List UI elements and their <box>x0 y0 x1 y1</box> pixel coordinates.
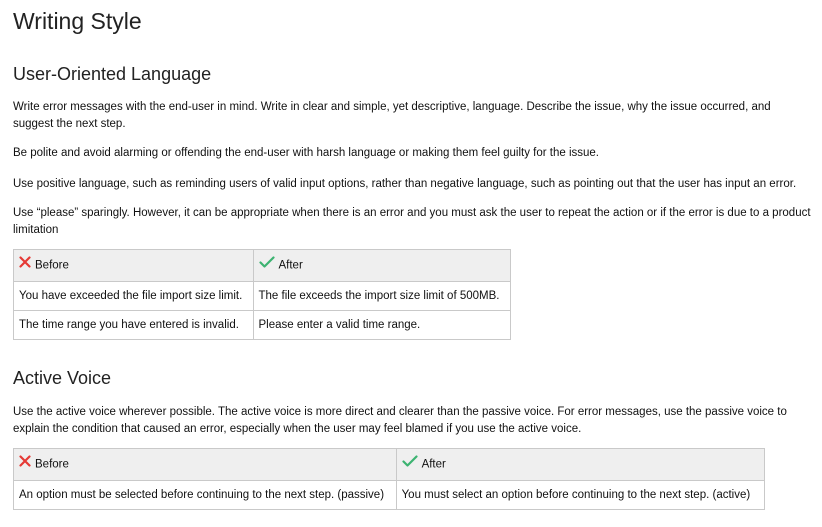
section-heading-active-voice: Active Voice <box>13 368 112 388</box>
paragraph: Use positive language, such as reminding… <box>13 178 797 190</box>
after-label: After <box>421 458 446 471</box>
table-header-row: Before After <box>13 249 511 282</box>
paragraph: Use the active voice wherever possible. … <box>13 406 787 435</box>
comparison-table: Before After An option must be selected … <box>13 448 766 510</box>
after-header: After <box>252 249 511 282</box>
before-header: Before <box>13 249 254 282</box>
paragraph: Use “please” sparingly. However, it can … <box>13 207 811 236</box>
before-cell: The time range you have entered is inval… <box>13 310 254 340</box>
green-check-icon <box>258 256 275 271</box>
paragraph: Be polite and avoid alarming or offendin… <box>13 147 600 159</box>
after-label: After <box>278 259 303 272</box>
before-label: Before <box>35 458 69 471</box>
after-cell: Please enter a valid time range. <box>252 310 511 340</box>
before-cell: An option must be selected before contin… <box>13 480 397 510</box>
red-x-icon <box>19 455 31 470</box>
paragraph: Write error messages with the end-user i… <box>13 101 771 130</box>
after-cell: The file exceeds the import size limit o… <box>252 281 511 311</box>
after-header: After <box>395 448 766 481</box>
before-cell: You have exceeded the file import size l… <box>13 281 254 311</box>
before-label: Before <box>35 259 69 272</box>
table-header-row: Before After <box>13 448 766 481</box>
comparison-table: Before After You have exceeded the file … <box>13 249 511 340</box>
after-cell: You must select an option before continu… <box>395 480 766 510</box>
table-row: You have exceeded the file import size l… <box>13 281 511 311</box>
section-heading-user-oriented-language: User-Oriented Language <box>13 64 212 84</box>
table-row: The time range you have entered is inval… <box>13 310 511 340</box>
before-header: Before <box>13 448 397 481</box>
table-row: An option must be selected before contin… <box>13 480 766 510</box>
page-title: Writing Style <box>13 8 142 34</box>
green-check-icon <box>401 455 418 470</box>
red-x-icon <box>19 256 31 271</box>
